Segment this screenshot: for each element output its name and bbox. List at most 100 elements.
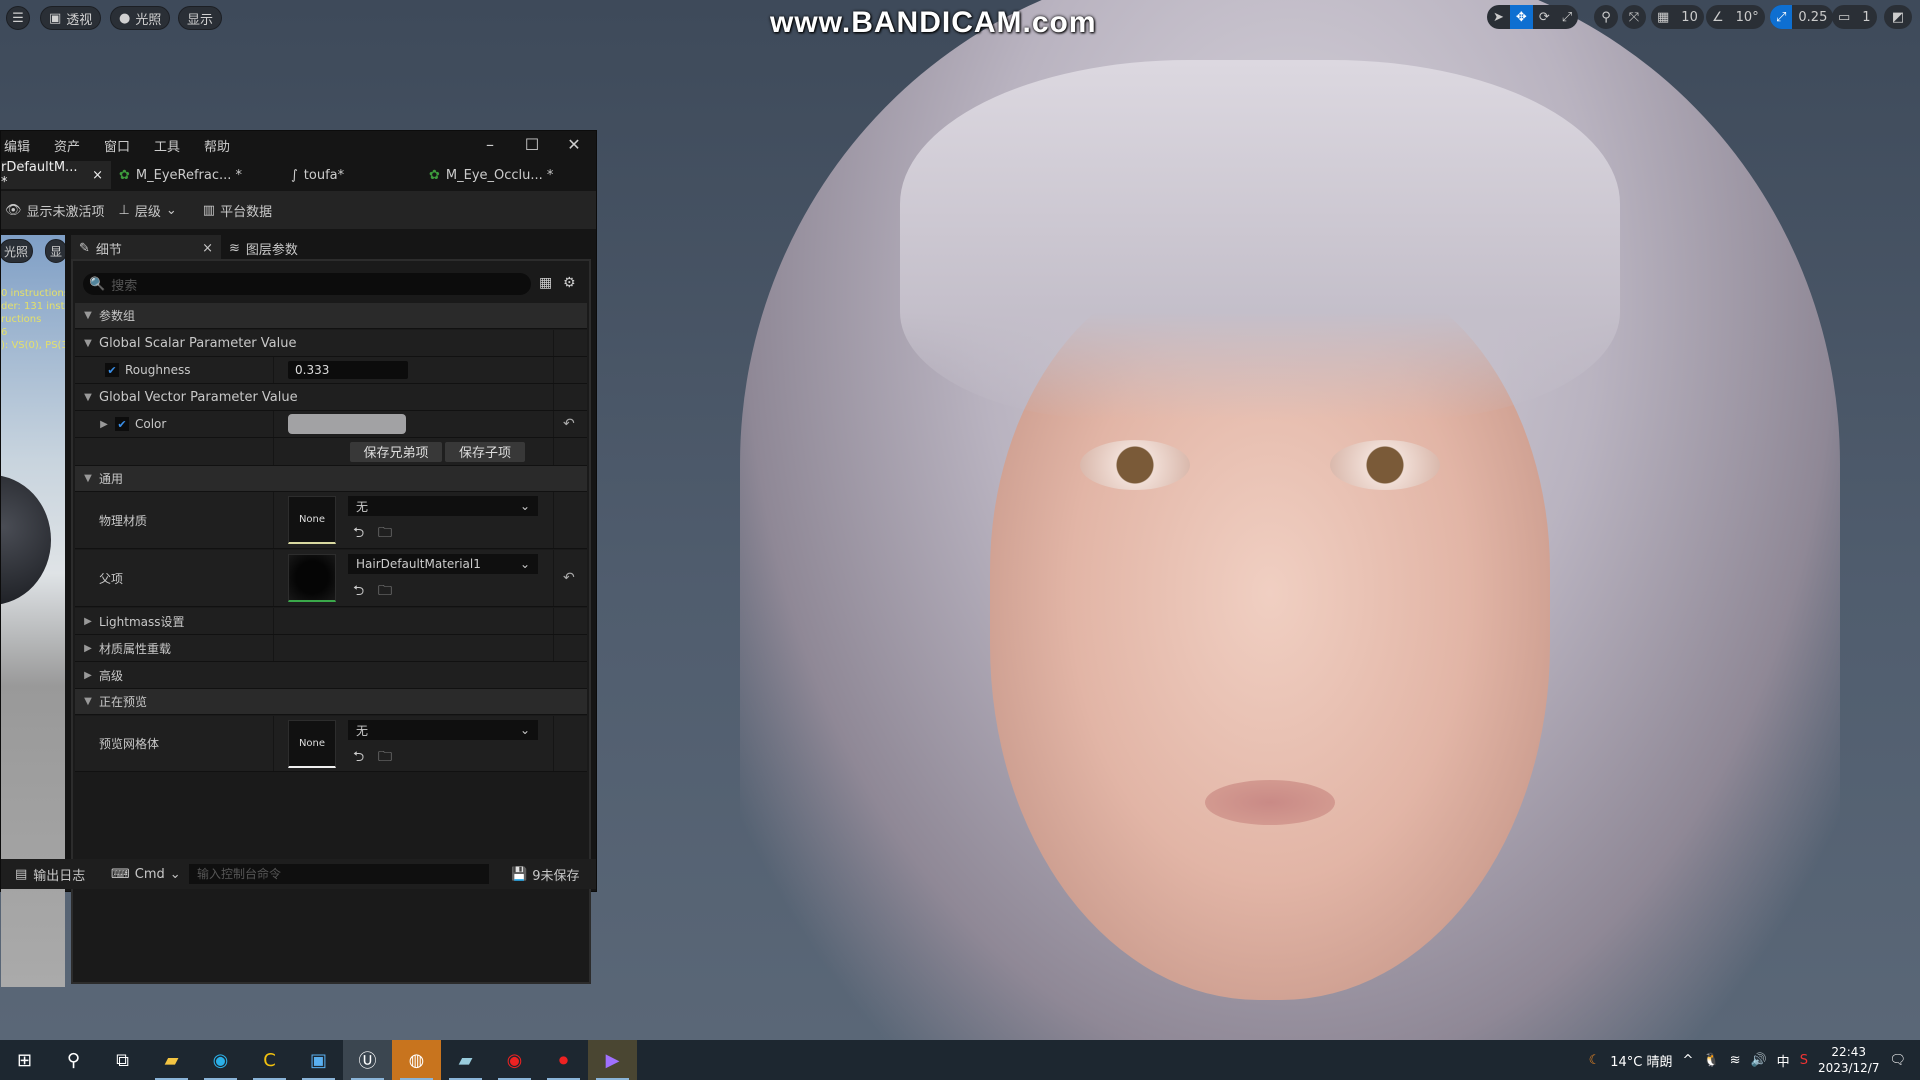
cmd-label: Cmd: [134, 866, 165, 882]
chevron-up-icon[interactable]: ^: [1682, 1053, 1693, 1068]
tab-hair-default-material[interactable]: rDefaultM... * ×: [1, 160, 111, 190]
close-tab-icon[interactable]: ×: [202, 241, 213, 256]
wifi-icon[interactable]: ≋: [1730, 1053, 1741, 1068]
tab-layer-parameters[interactable]: ≋ 图层参数: [221, 235, 306, 261]
taskbar-file-explorer[interactable]: ▰: [147, 1040, 196, 1080]
category-previewing[interactable]: ▼ 正在预览: [75, 689, 587, 715]
taskbar-app-c[interactable]: C: [245, 1040, 294, 1080]
close-button[interactable]: ✕: [559, 135, 589, 155]
category-general[interactable]: ▼ 通用: [75, 466, 587, 492]
ime-indicator[interactable]: 中: [1777, 1051, 1790, 1070]
maximize-viewport-button[interactable]: ◩: [1884, 5, 1912, 29]
taskbar-bandicam[interactable]: ⏺: [539, 1040, 588, 1080]
translate-icon[interactable]: ✥: [1509, 5, 1533, 29]
angle-snap-value: 10°: [1735, 9, 1759, 25]
coordinate-system-button[interactable]: ⚲: [1594, 5, 1618, 29]
unreal-icon: Ⓤ: [358, 1051, 377, 1072]
table-view-icon[interactable]: ▦: [539, 275, 552, 291]
show-inactive-button[interactable]: 👁 显示未激活项: [5, 201, 105, 220]
phys-material-thumbnail[interactable]: None: [288, 496, 336, 544]
lighting-button[interactable]: ● 光照: [110, 6, 171, 30]
taskbar-edge[interactable]: ◉: [196, 1040, 245, 1080]
surface-snap-button[interactable]: ⤧: [1622, 5, 1646, 29]
volume-icon[interactable]: 🔊: [1750, 1053, 1766, 1068]
menu-window[interactable]: 窗口: [101, 136, 151, 155]
menu-edit[interactable]: 编辑: [1, 136, 51, 155]
select-icon[interactable]: ➤: [1487, 5, 1510, 29]
minimize-button[interactable]: –: [475, 135, 505, 155]
clock[interactable]: 22:43 2023/12/7: [1818, 1044, 1880, 1076]
taskbar-app-orange[interactable]: ◍: [392, 1040, 441, 1080]
preview-show-button[interactable]: 显: [45, 239, 65, 263]
cmd-dropdown[interactable]: ⌨ Cmd ⌄: [97, 867, 181, 882]
tab-toufa[interactable]: ∫ toufa*: [271, 161, 421, 189]
show-button[interactable]: 显示: [178, 6, 223, 30]
taskbar-netease-music[interactable]: ◉: [490, 1040, 539, 1080]
app-icon: ▣: [309, 1049, 327, 1071]
unsaved-button[interactable]: 💾 9未保存: [511, 865, 579, 884]
parent-thumbnail[interactable]: [288, 554, 336, 602]
viewport-character-render[interactable]: [600, 0, 1920, 1040]
taskbar-video-editor[interactable]: ▶: [588, 1040, 637, 1080]
parent-combo[interactable]: HairDefaultMaterial1 ⌄: [348, 554, 538, 574]
use-selected-icon[interactable]: ⮌: [353, 746, 364, 770]
category-param-groups[interactable]: ▼ 参数组: [75, 303, 587, 329]
scale-snap-group[interactable]: ⤢ 0.25: [1770, 5, 1834, 29]
notification-icon[interactable]: 🗨: [1889, 1053, 1906, 1068]
collapsed-arrow-icon[interactable]: ▶: [97, 419, 111, 430]
menu-tools[interactable]: 工具: [151, 136, 201, 155]
taskbar-app-bilibili[interactable]: ▣: [294, 1040, 343, 1080]
perspective-button[interactable]: ▣ 透视: [40, 6, 102, 30]
hierarchy-button[interactable]: ⊥ 层级 ⌄: [119, 201, 177, 220]
taskbar-app-notes[interactable]: ▰: [441, 1040, 490, 1080]
viewport-menu-button[interactable]: ☰: [6, 6, 30, 30]
phys-material-combo[interactable]: 无 ⌄: [348, 496, 538, 516]
details-search-input[interactable]: 🔍 搜索: [83, 273, 531, 295]
output-log-button[interactable]: ▤ 输出日志: [1, 865, 97, 884]
weather-text[interactable]: 14°C 晴朗: [1610, 1051, 1672, 1070]
group-lightmass[interactable]: ▶ Lightmass设置: [75, 608, 587, 635]
rotate-icon[interactable]: ⟳: [1533, 5, 1556, 29]
camera-speed-group[interactable]: ▭ 1: [1832, 5, 1877, 29]
start-button[interactable]: ⊞: [0, 1040, 49, 1080]
taskbar-unreal[interactable]: Ⓤ: [343, 1040, 392, 1080]
tab-details[interactable]: ✎ 细节 ×: [71, 235, 221, 261]
grid-snap-group[interactable]: ▦ 10: [1651, 5, 1704, 29]
console-input[interactable]: 输入控制台命令: [189, 864, 489, 884]
expanded-arrow-icon: ▼: [84, 337, 92, 349]
menu-asset[interactable]: 资产: [51, 136, 101, 155]
platform-stats-button[interactable]: ▥ 平台数据: [203, 201, 272, 220]
color-swatch[interactable]: [288, 414, 406, 434]
use-selected-icon[interactable]: ⮌: [353, 522, 364, 546]
browse-asset-icon[interactable]: 🗀: [378, 522, 392, 546]
use-selected-icon[interactable]: ⮌: [353, 580, 364, 604]
maximize-button[interactable]: ☐: [517, 135, 547, 155]
group-material-override[interactable]: ▶ 材质属性重载: [75, 635, 587, 662]
preview-mesh-thumbnail[interactable]: None: [288, 720, 336, 768]
group-advanced[interactable]: ▶ 高级: [75, 662, 587, 689]
qq-icon[interactable]: 🐧: [1703, 1053, 1719, 1068]
collapsed-arrow-icon: ▶: [84, 669, 92, 681]
gear-icon[interactable]: ⚙: [563, 275, 576, 291]
group-global-vector[interactable]: ▼ Global Vector Parameter Value: [75, 384, 587, 411]
preview-mesh-combo[interactable]: 无 ⌄: [348, 720, 538, 740]
roughness-checkbox[interactable]: ✔: [105, 363, 119, 377]
menu-help[interactable]: 帮助: [201, 136, 251, 155]
angle-snap-group[interactable]: ∠ 10°: [1706, 5, 1765, 29]
preview-lighting-button[interactable]: 光照: [1, 239, 34, 263]
tab-eye-refraction[interactable]: ✿ M_EyeRefrac... *: [111, 161, 271, 189]
save-child-button[interactable]: 保存子项: [445, 441, 525, 462]
task-view-button[interactable]: ⧉: [98, 1040, 147, 1080]
reset-arrow-icon[interactable]: ↶: [563, 570, 575, 586]
browse-asset-icon[interactable]: 🗀: [378, 746, 392, 770]
color-checkbox[interactable]: ✔: [115, 417, 129, 431]
save-sibling-button[interactable]: 保存兄弟项: [350, 441, 442, 462]
reset-arrow-icon[interactable]: ↶: [563, 416, 575, 432]
roughness-input[interactable]: 0.333: [288, 361, 408, 379]
browse-asset-icon[interactable]: 🗀: [378, 580, 392, 604]
tab-eye-occlusion[interactable]: ✿ M_Eye_Occlu... *: [421, 161, 581, 189]
sogou-icon[interactable]: S: [1800, 1053, 1808, 1068]
search-button[interactable]: ⚲: [49, 1040, 98, 1080]
close-tab-icon[interactable]: ×: [92, 168, 103, 183]
group-global-scalar[interactable]: ▼ Global Scalar Parameter Value: [75, 330, 587, 357]
